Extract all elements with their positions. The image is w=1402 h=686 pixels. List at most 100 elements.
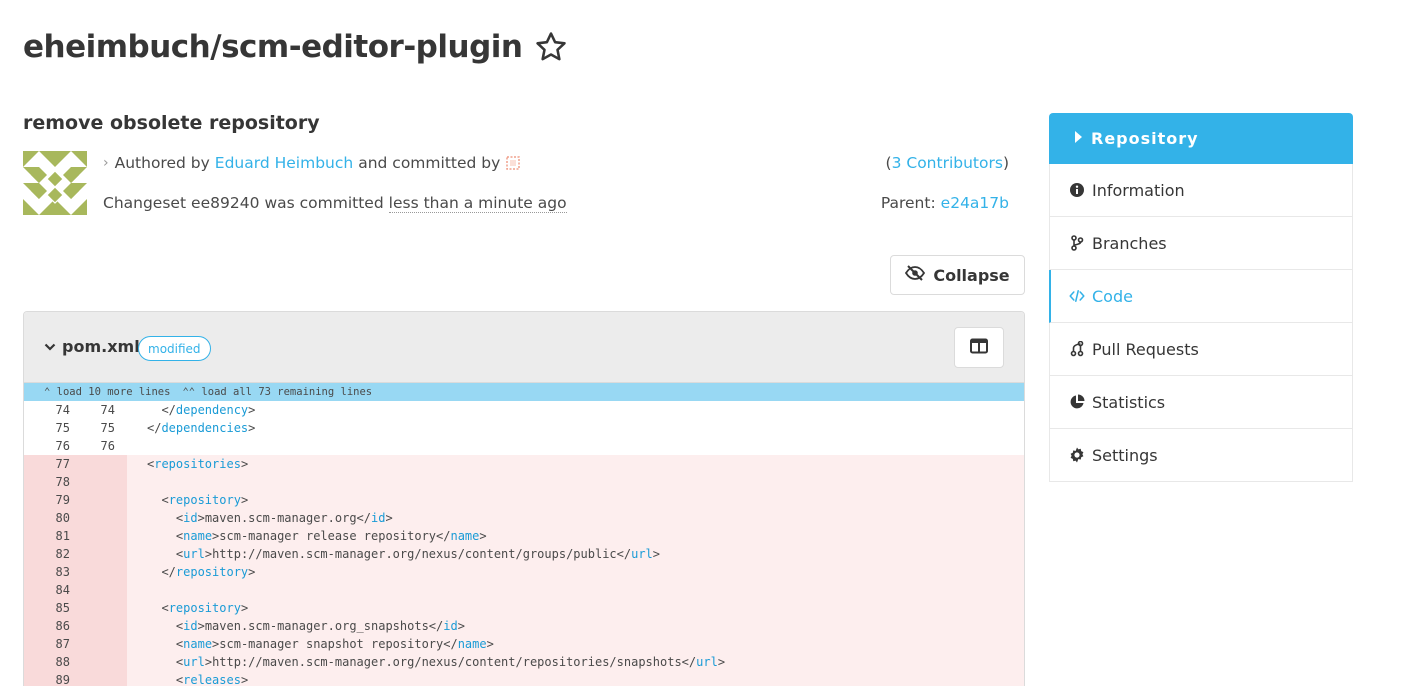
committer-avatar-icon xyxy=(505,155,521,171)
new-line-number[interactable] xyxy=(76,491,121,509)
old-line-number[interactable]: 87 xyxy=(24,635,76,653)
changeset-hash: ee89240 xyxy=(191,194,260,212)
new-line-number[interactable] xyxy=(76,671,121,686)
new-line-number[interactable] xyxy=(76,455,121,473)
old-line-number[interactable]: 77 xyxy=(24,455,76,473)
old-line-number[interactable]: 86 xyxy=(24,617,76,635)
new-line-number[interactable] xyxy=(76,509,121,527)
old-line-number[interactable]: 76 xyxy=(24,437,76,455)
parent-link[interactable]: e24a17b xyxy=(941,194,1009,212)
code-token: > xyxy=(248,421,256,435)
old-line-number[interactable]: 89 xyxy=(24,671,76,686)
diff-deleted-line: 86 <id>maven.scm-manager.org_snapshots</… xyxy=(24,617,1024,635)
xml-tag-name: id xyxy=(183,511,198,525)
code-content: <name>scm-manager snapshot repository</n… xyxy=(127,635,1024,653)
file-toggle[interactable]: pom.xml xyxy=(44,337,140,356)
code-content: <id>maven.scm-manager.org_snapshots</id> xyxy=(127,617,1024,635)
contributors: ( 3 Contributors ) xyxy=(886,152,1009,174)
code-token: http://maven.scm-manager.org/nexus/conte… xyxy=(212,655,697,669)
code-content: <name>scm-manager release repository</na… xyxy=(127,527,1024,545)
code-content: </dependency> xyxy=(127,401,1024,419)
new-line-number[interactable]: 76 xyxy=(76,437,121,455)
xml-tag-name: id xyxy=(183,619,198,633)
collapse-label: Collapse xyxy=(933,265,1010,285)
code-token: > xyxy=(240,457,249,471)
sidebar-item-information[interactable]: Information xyxy=(1049,164,1353,217)
sidebar-item-settings[interactable]: Settings xyxy=(1049,429,1353,482)
sidebar-header[interactable]: Repository xyxy=(1049,113,1353,164)
new-line-number[interactable] xyxy=(76,527,121,545)
code-content: <releases> xyxy=(127,671,1024,686)
code-token: < xyxy=(161,601,169,615)
repo-sidebar: Repository Information Branches Code Pull R… xyxy=(1049,113,1353,482)
columns-icon xyxy=(970,338,988,358)
new-line-number[interactable] xyxy=(76,581,121,599)
old-line-number[interactable]: 84 xyxy=(24,581,76,599)
diff-deleted-line: 77 <repositories> xyxy=(24,455,1024,473)
code-branch-icon xyxy=(1069,235,1085,251)
committed-text: and committed by xyxy=(358,154,501,172)
contributors-link[interactable]: 3 Contributors xyxy=(892,154,1003,172)
code-content: <repository> xyxy=(127,599,1024,617)
xml-tag-name: name xyxy=(183,529,213,543)
sidebar-item-code[interactable]: Code xyxy=(1049,270,1353,323)
sidebar-item-statistics[interactable]: Statistics xyxy=(1049,376,1353,429)
old-line-number[interactable]: 82 xyxy=(24,545,76,563)
old-line-number[interactable]: 88 xyxy=(24,653,76,671)
new-line-number[interactable] xyxy=(76,653,121,671)
new-line-number[interactable] xyxy=(76,635,121,653)
sidebar-item-branches[interactable]: Branches xyxy=(1049,217,1353,270)
xml-tag-name: id xyxy=(443,619,458,633)
new-line-number[interactable]: 74 xyxy=(76,401,121,419)
xml-tag-name: repository xyxy=(168,601,241,615)
author-link[interactable]: Eduard Heimbuch xyxy=(215,154,353,172)
diff-deleted-line: 79 <repository> xyxy=(24,491,1024,509)
xml-tag-name: dependency xyxy=(175,403,249,417)
eye-slash-icon xyxy=(905,265,926,285)
load-all-button[interactable]: ⌃⌃ load all 73 remaining lines xyxy=(182,386,378,398)
xml-tag-name: url xyxy=(183,547,205,561)
sidebar-item-label: Pull Requests xyxy=(1092,339,1199,359)
diff-deleted-line: 80 <id>maven.scm-manager.org</id> xyxy=(24,509,1024,527)
old-line-number[interactable]: 85 xyxy=(24,599,76,617)
collapse-button[interactable]: Collapse xyxy=(890,255,1025,295)
xml-tag-name: repository xyxy=(175,565,249,579)
old-line-number[interactable]: 79 xyxy=(24,491,76,509)
xml-tag-name: url xyxy=(183,655,205,669)
xml-tag-name: url xyxy=(696,655,718,669)
code-content: <url>http://maven.scm-manager.org/nexus/… xyxy=(127,545,1024,563)
old-line-number[interactable]: 75 xyxy=(24,419,76,437)
new-line-number[interactable] xyxy=(76,599,121,617)
code-content xyxy=(127,437,1024,455)
expand-bar: ⌃ load 10 more lines ⌃⌃ load all 73 rema… xyxy=(24,383,1024,401)
load-more-button[interactable]: ⌃ load 10 more lines xyxy=(44,386,176,398)
sidebar-item-pull-requests[interactable]: Pull Requests xyxy=(1049,323,1353,376)
code-icon xyxy=(1069,288,1085,304)
old-line-number[interactable]: 81 xyxy=(24,527,76,545)
new-line-number[interactable] xyxy=(76,617,121,635)
old-line-number[interactable]: 78 xyxy=(24,473,76,491)
code-token: > xyxy=(197,511,205,525)
diff-panel: pom.xml modified ⌃ load 10 more lines ⌃⌃… xyxy=(23,311,1025,686)
old-line-number[interactable]: 80 xyxy=(24,509,76,527)
new-line-number[interactable]: 75 xyxy=(76,419,121,437)
xml-tag-name: repository xyxy=(168,493,241,507)
code-token: < xyxy=(161,493,169,507)
new-line-number[interactable] xyxy=(76,563,121,581)
code-content xyxy=(127,473,1024,491)
diff-deleted-line: 81 <name>scm-manager release repository<… xyxy=(24,527,1024,545)
old-line-number[interactable]: 74 xyxy=(24,401,76,419)
repo-header: eheimbuch/scm-editor-plugin xyxy=(23,27,568,67)
new-line-number[interactable] xyxy=(76,473,121,491)
old-line-number[interactable]: 83 xyxy=(24,563,76,581)
side-by-side-toggle-button[interactable] xyxy=(954,327,1004,368)
new-line-number[interactable] xyxy=(76,545,121,563)
chevron-right-icon[interactable]: › xyxy=(103,155,109,171)
code-lines: 74 74 </dependency> 75 75 </dependencies> 76 7… xyxy=(24,401,1024,686)
star-icon[interactable] xyxy=(534,30,568,64)
load-all-label: load all 73 remaining lines xyxy=(201,386,373,398)
